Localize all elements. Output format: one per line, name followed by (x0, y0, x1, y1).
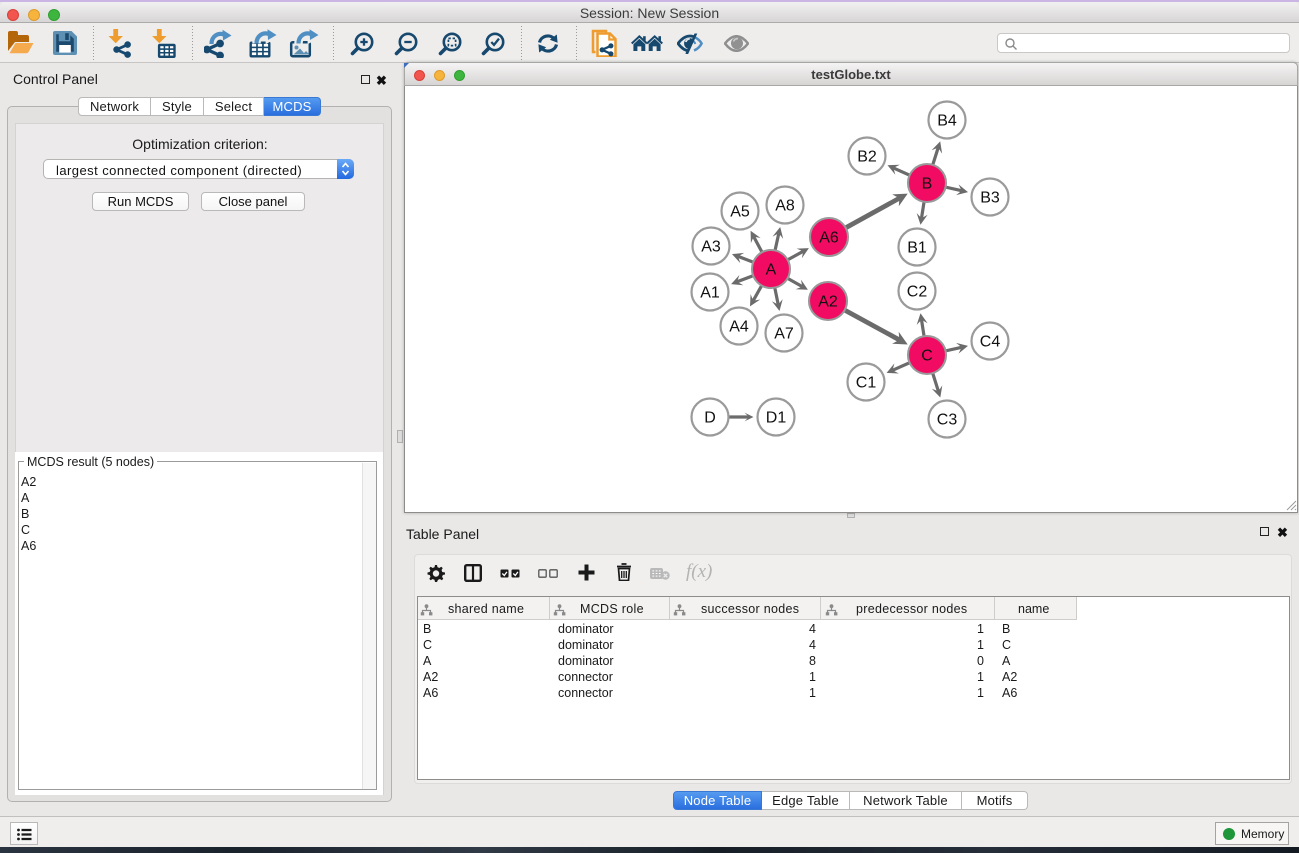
svg-text:D1: D1 (766, 410, 787, 427)
svg-text:A7: A7 (774, 326, 794, 343)
svg-text:B3: B3 (980, 190, 1000, 207)
svg-text:C: C (921, 348, 933, 365)
svg-text:A6: A6 (819, 230, 839, 247)
svg-text:B2: B2 (857, 149, 877, 166)
svg-text:B: B (922, 176, 933, 193)
svg-text:B1: B1 (907, 240, 927, 257)
svg-text:A4: A4 (729, 319, 749, 336)
svg-text:A5: A5 (730, 204, 750, 221)
svg-text:C4: C4 (980, 334, 1001, 351)
svg-text:C1: C1 (856, 375, 877, 392)
svg-text:A: A (766, 262, 777, 279)
svg-text:D: D (704, 410, 716, 427)
svg-text:B4: B4 (937, 113, 957, 130)
svg-text:C2: C2 (907, 284, 928, 301)
svg-text:A1: A1 (700, 285, 720, 302)
svg-text:C3: C3 (937, 412, 958, 429)
svg-text:A3: A3 (701, 239, 721, 256)
svg-text:A8: A8 (775, 198, 795, 215)
svg-text:A2: A2 (818, 294, 838, 311)
